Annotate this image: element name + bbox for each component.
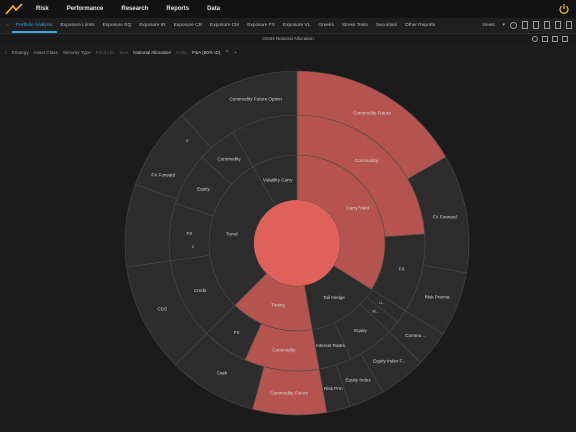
label-carry-commodity: Commodity	[355, 158, 379, 163]
label-timing-commodity-future: Commodity Future	[270, 390, 308, 395]
size-value[interactable]: Notional Allocation	[133, 50, 171, 55]
label-tail-m: M...	[372, 310, 378, 314]
size-label: Size	[119, 49, 129, 55]
label-trend-credit: Credit	[194, 288, 207, 293]
filter-security-type[interactable]: Security Type	[63, 50, 91, 55]
settings-icon[interactable]	[566, 21, 572, 29]
tab-toolbar: ▾	[502, 21, 572, 29]
label-carry-fx-forward: FX Forward	[433, 214, 457, 219]
label-trend: Trend	[226, 231, 238, 236]
label-volatility-carry: Volatility Carry	[263, 177, 293, 182]
label-timing-fx: FX	[234, 330, 240, 335]
label-commo: Commo...	[405, 333, 425, 338]
menu-reports[interactable]: Reports	[166, 6, 189, 12]
chart-toolbar	[532, 36, 568, 42]
report-tabs: ‹ Portfolio Analysis Exposure Limits Exp…	[4, 18, 439, 33]
tab-exposure-limits[interactable]: Exposure Limits	[57, 18, 99, 33]
label-commodity-future-option: Commodity Future Option	[229, 96, 282, 101]
report-tab-bar: ‹ Portfolio Analysis Exposure Limits Exp…	[0, 18, 576, 34]
filter-strategy[interactable]: Strategy	[12, 50, 29, 55]
chart-title: Gross Notional Allocation	[262, 36, 314, 41]
sunburst-chart: Carry/Yield Tail Hedge Timing Trend Volatili…	[124, 70, 470, 416]
chart-header: Gross Notional Allocation	[0, 34, 576, 46]
table-view-icon[interactable]	[552, 36, 558, 42]
filter-back-icon[interactable]: ‹	[5, 50, 7, 55]
tab-exposure-cm[interactable]: Exposure CM	[206, 18, 243, 33]
color-value[interactable]: P&A (80% ID)	[192, 50, 220, 55]
sunburst-chart-area: Carry/Yield Tail Hedge Timing Trend Volatili…	[0, 60, 576, 427]
label-tail-interest-rates: Interest Rates	[316, 343, 345, 348]
menu-performance[interactable]: Performance	[67, 6, 104, 12]
label-trend-cds: CDS	[157, 306, 167, 311]
label-carry-fx: FX	[399, 267, 405, 272]
label-tail-equity: Equity	[354, 328, 367, 333]
label-tail-hedge: Tail Hedge	[323, 295, 345, 300]
label-trend-fx: FX	[186, 231, 192, 236]
tab-greeks[interactable]: Greeks	[314, 18, 337, 33]
sunburst-center[interactable]	[254, 200, 340, 286]
label-trend-fx-forward: FX Forward	[151, 172, 175, 177]
export-icon[interactable]	[544, 21, 550, 29]
label-carry-yield: Carry/Yield	[346, 206, 369, 211]
expand-icon[interactable]	[562, 36, 568, 42]
tab-securities[interactable]: Securities	[372, 18, 401, 33]
copy-icon[interactable]	[533, 21, 539, 29]
app-logo[interactable]	[5, 3, 23, 15]
color-label: Color	[176, 49, 188, 55]
search-icon[interactable]	[532, 36, 538, 42]
label-tail-risk-prm: Risk Prm	[324, 386, 343, 391]
tab-stress-tests[interactable]: Stress Tests	[338, 18, 372, 33]
add-filter-icon[interactable]: +	[234, 50, 237, 55]
tab-portfolio-analysis[interactable]: Portfolio Analysis	[12, 18, 57, 33]
menu-risk[interactable]: Risk	[36, 6, 49, 12]
menu-data[interactable]: Data	[207, 6, 220, 12]
filter-fund-le[interactable]: Fund L/E	[96, 50, 115, 55]
label-carry-risk-premia: Risk Premia	[425, 294, 450, 299]
tab-exposure-vl[interactable]: Exposure VL	[279, 18, 314, 33]
tab-exposure-eq[interactable]: Exposure EQ	[99, 18, 136, 33]
document-icon[interactable]	[555, 21, 561, 29]
label-timing: Timing	[271, 303, 285, 308]
grid-view-icon[interactable]	[542, 36, 548, 42]
label-tail-li: Li...	[379, 301, 385, 305]
main-menu: Risk Performance Research Reports Data	[36, 0, 220, 18]
tab-other-reports[interactable]: Other Reports	[401, 18, 439, 33]
label-carry-commodity-future: Commodity Future	[353, 111, 391, 116]
label-tail-equity-index-f: Equity Index F...	[373, 359, 406, 364]
filter-bar: ‹ Strategy Asset Class Security Type Fun…	[0, 47, 576, 59]
power-icon[interactable]	[558, 3, 570, 15]
filter-list: ‹ Strategy Asset Class Security Type Fun…	[5, 49, 237, 55]
tab-exposure-cr[interactable]: Exposure CR	[170, 18, 207, 33]
filter-asset-class[interactable]: Asset Class	[34, 50, 58, 55]
label-tail-equity-index: Equity Index	[345, 378, 371, 383]
tab-scroll-left-icon[interactable]: ‹	[4, 23, 12, 28]
tab-exposure-ir[interactable]: Exposure IR	[135, 18, 169, 33]
save-icon[interactable]	[522, 21, 528, 29]
chevron-down-icon[interactable]: ▾	[502, 22, 505, 28]
label-trend-commodity: Commodity	[217, 157, 241, 162]
menu-research[interactable]: Research	[121, 6, 148, 12]
label-c-small: C	[192, 245, 195, 249]
tab-exposure-fx[interactable]: Exposure FX	[243, 18, 279, 33]
refresh-icon[interactable]	[510, 21, 517, 29]
label-timing-cash: Cash	[217, 370, 228, 375]
filter-edit-icon[interactable]: ✎	[225, 49, 229, 55]
views-dropdown[interactable]: Views	[482, 18, 495, 33]
label-trend-equity: Equity	[197, 187, 210, 192]
label-timing-commodity: Commodity	[272, 348, 296, 353]
top-menu-bar: Risk Performance Research Reports Data	[0, 0, 576, 19]
